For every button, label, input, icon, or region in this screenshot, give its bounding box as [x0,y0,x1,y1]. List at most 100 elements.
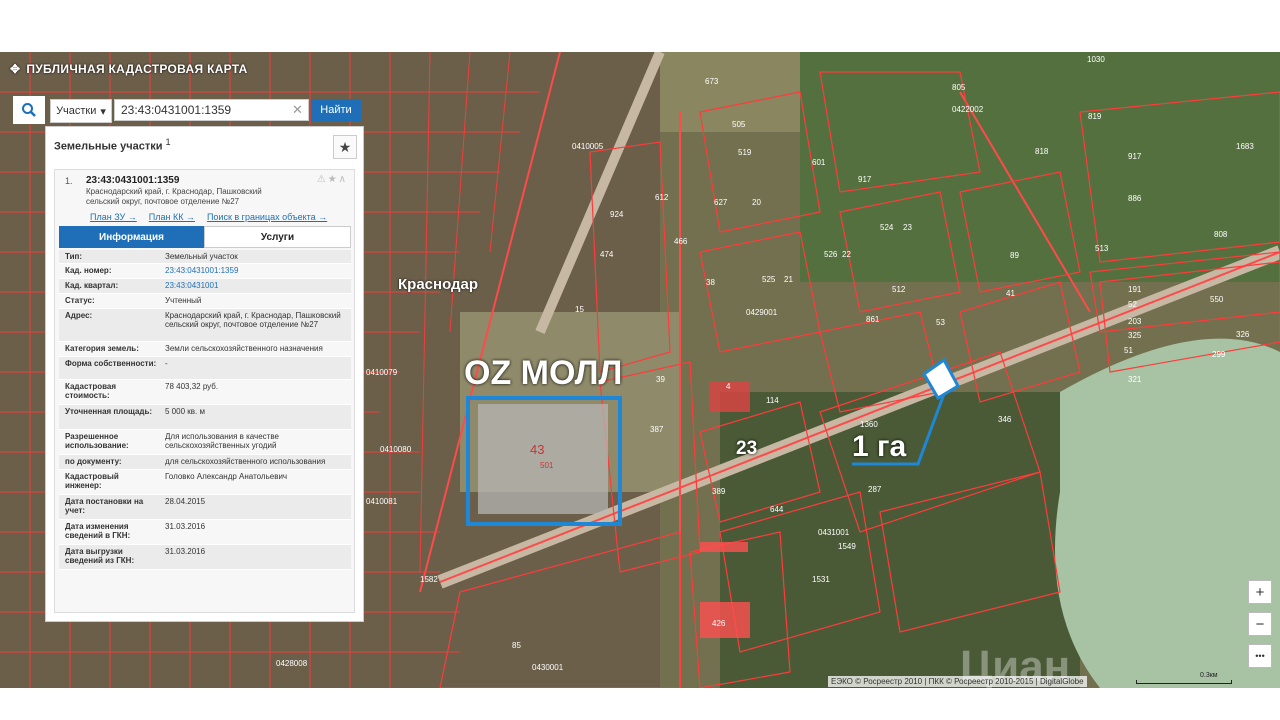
row-label: Дата постановки на учет: [65,497,144,515]
svg-text:0410081: 0410081 [366,497,398,506]
plan-kk-link[interactable]: План КК → [149,212,195,222]
more-button[interactable]: ••• [1248,644,1272,668]
chevron-down-icon: ▾ [100,105,106,118]
search-in-bounds-link[interactable]: Поиск в границах объекта → [207,212,327,222]
row-label: Кадастровая стоимость: [65,382,117,400]
svg-text:627: 627 [714,198,728,207]
row-value[interactable]: 23:43:0431001 [165,281,347,290]
search-input[interactable] [114,99,309,121]
tab-information[interactable]: Информация [59,226,204,248]
row-value: Учтенный [165,296,202,305]
svg-text:805: 805 [952,83,966,92]
result-links: План ЗУ → План КК → Поиск в границах объ… [90,212,327,222]
svg-text:20: 20 [752,198,761,207]
info-table: Тип: Земельный участок Кад. номер: 23:43:0… [59,250,351,570]
row-value: 78 403,32 руб. [165,382,219,391]
svg-text:1360: 1360 [860,420,878,429]
row-label: Адрес: [65,311,93,320]
row-value[interactable]: 23:43:0431001:1359 [165,266,347,275]
result-number: 1. [65,176,73,186]
zoom-out-button[interactable]: − [1248,612,1272,636]
row-value: Головко Александр Анатольевич [165,472,288,481]
svg-text:519: 519 [738,148,752,157]
svg-text:387: 387 [650,425,664,434]
svg-text:550: 550 [1210,295,1224,304]
svg-text:203: 203 [1128,317,1142,326]
row-label: Кадастровый инженер: [65,472,119,490]
scale-label: 0.3км [1200,672,1218,679]
svg-text:601: 601 [812,158,826,167]
svg-text:4: 4 [726,382,731,391]
results-panel: Земельные участки 1 ★ 1. 23:43:0431001:1… [45,126,364,622]
svg-text:917: 917 [1128,152,1142,161]
area-label: 1 га [852,430,907,463]
map-logo-icon: ✥ [10,62,21,76]
info-row: Дата выгрузки сведений из ГКН: 31.03.2016 [59,545,351,570]
svg-text:0429001: 0429001 [746,308,778,317]
svg-text:1549: 1549 [838,542,856,551]
results-title: Земельные участки [54,140,163,153]
row-label: Категория земель: [65,344,139,353]
svg-text:389: 389 [712,487,726,496]
row-value: 5 000 кв. м [165,407,205,416]
svg-text:526: 526 [824,250,838,259]
row-value: Земли сельскохозяйственного назначения [165,344,323,353]
svg-text:51: 51 [1124,346,1133,355]
info-row: Разрешенное использование: Для использова… [59,430,351,455]
svg-text:644: 644 [770,505,784,514]
card-action-icons[interactable]: ⚠★∧ [317,174,348,185]
city-label: Краснодар [398,276,479,293]
result-title[interactable]: 23:43:0431001:1359 [86,175,179,186]
row-value: Земельный участок [165,252,238,261]
svg-text:525: 525 [762,275,776,284]
svg-text:673: 673 [705,77,719,86]
tab-services[interactable]: Услуги [204,226,351,248]
results-header: Земельные участки 1 [54,137,171,153]
map-attribution: ЕЭКО © Росреестр 2010 | ПКК © Росреестр … [828,676,1087,687]
info-row: Дата изменения сведений в ГКН: 31.03.2016 [59,520,351,545]
svg-text:1531: 1531 [812,575,830,584]
row-label: Дата изменения сведений в ГКН: [65,522,131,540]
svg-text:43: 43 [530,442,544,457]
row-value: Краснодарский край, г. Краснодар, Пашков… [165,311,341,329]
close-icon[interactable]: ✕ [292,102,303,118]
svg-text:1030: 1030 [1087,55,1105,64]
row-label: Кад. квартал: [65,281,119,290]
svg-text:1683: 1683 [1236,142,1254,151]
svg-text:0428008: 0428008 [276,659,308,668]
svg-text:287: 287 [868,485,882,494]
info-row: Кадастровая стоимость: 78 403,32 руб. [59,380,351,405]
zoom-in-button[interactable]: + [1248,580,1272,604]
info-row: Категория земель: Земли сельскохозяйствен… [59,342,351,357]
svg-text:426: 426 [712,619,726,628]
search-icon[interactable] [13,96,45,124]
svg-text:0430001: 0430001 [532,663,564,672]
info-row: Адрес: Краснодарский край, г. Краснодар, … [59,309,351,342]
info-row: Дата постановки на учет: 28.04.2015 [59,495,351,520]
road-label: 23 [736,438,758,459]
row-label: Тип: [65,252,82,261]
plan-zu-link[interactable]: План ЗУ → [90,212,137,222]
svg-text:41: 41 [1006,289,1015,298]
search-type-select[interactable]: Участки ▾ [50,99,112,123]
svg-text:1582: 1582 [420,575,438,584]
svg-text:52: 52 [1128,300,1137,309]
row-label: Кад. номер: [65,266,112,275]
svg-text:861: 861 [866,315,880,324]
row-value: 31.03.2016 [165,547,206,556]
svg-text:917: 917 [858,175,872,184]
app-title[interactable]: ✥ ПУБЛИЧНАЯ КАДАСТРОВАЯ КАРТА [10,62,248,76]
search-type-label: Участки [56,105,97,117]
info-row: Статус: Учтенный [59,294,351,309]
svg-text:114: 114 [766,396,779,405]
svg-text:53: 53 [936,318,945,327]
search-bar: Участки ▾ ✕ Найти [13,96,364,124]
favorites-star-icon[interactable]: ★ [333,135,357,159]
find-button[interactable]: Найти [311,99,361,121]
info-row: Тип: Земельный участок [59,250,351,264]
svg-text:0410005: 0410005 [572,142,604,151]
info-row: Кад. номер: 23:43:0431001:1359 [59,264,351,279]
svg-text:808: 808 [1214,230,1228,239]
svg-text:39: 39 [656,375,665,384]
result-card: 1. 23:43:0431001:1359 ⚠★∧ Краснодарский … [54,169,355,613]
